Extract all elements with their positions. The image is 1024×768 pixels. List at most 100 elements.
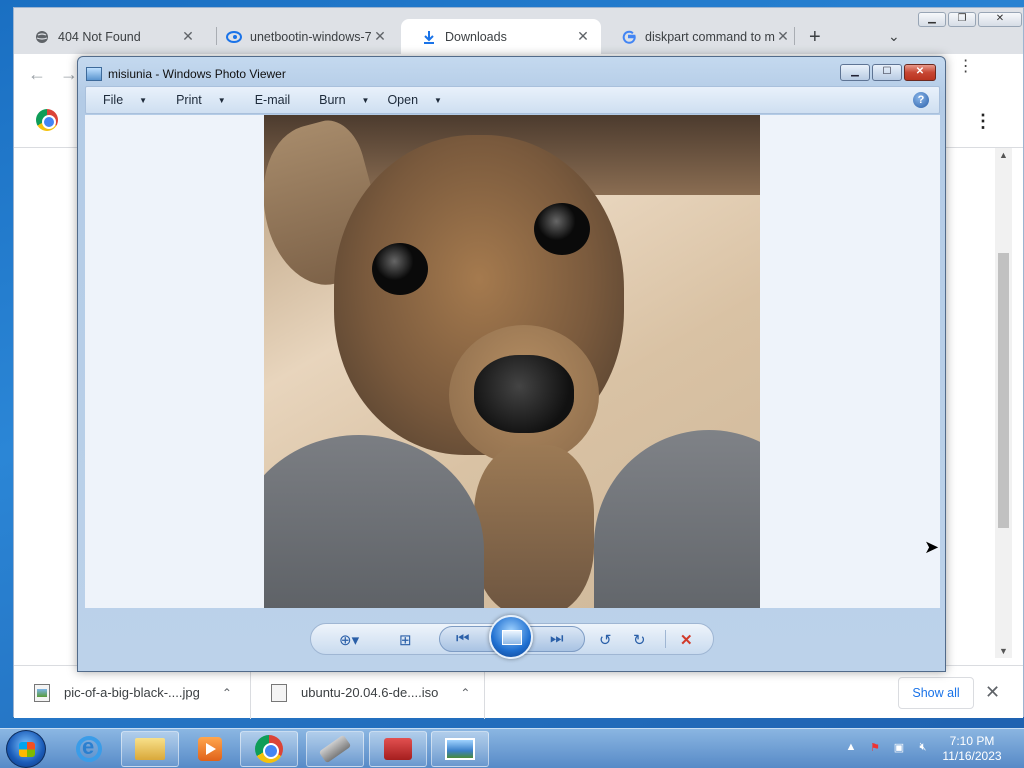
rotate-counterclockwise-icon[interactable]: ↺ [599, 631, 612, 649]
download-item-iso[interactable]: ubuntu-20.04.6-de....iso ⌃ [251, 666, 485, 719]
actual-size-icon[interactable]: ⊞ [399, 631, 412, 649]
start-button[interactable] [6, 730, 46, 768]
chrome-tab-strip: 404 Not Found ✕ unetbootin-windows-70 ✕ … [14, 8, 1023, 54]
network-icon[interactable]: ▣ [891, 741, 907, 754]
menu-burn[interactable]: Burn ▼ [302, 93, 381, 107]
help-icon[interactable]: ? [913, 92, 929, 108]
delete-icon[interactable]: ✕ [680, 631, 693, 649]
chrome-tab-404[interactable]: 404 Not Found ✕ [14, 19, 206, 54]
tab-title: diskpart command to m [645, 29, 775, 44]
download-filename: pic-of-a-big-black-....jpg [64, 685, 200, 700]
back-arrow-icon[interactable]: ← [28, 64, 46, 85]
clock[interactable]: 7:10 PM 11/16/2023 [930, 734, 1014, 764]
taskbar-toolbox[interactable] [369, 731, 427, 767]
chrome-window-controls: ▁ ❐ ✕ [918, 12, 1022, 27]
close-shelf-icon[interactable]: ✕ [985, 682, 1000, 703]
folder-icon [135, 738, 165, 760]
close-window-icon[interactable]: ✕ [978, 12, 1022, 27]
tab-separator [794, 27, 795, 45]
taskbar-internet-explorer[interactable] [60, 731, 118, 767]
action-center-flag-icon[interactable]: ⚑ [867, 741, 883, 754]
menu-open[interactable]: Open ▼ [381, 93, 454, 107]
minimize-icon[interactable]: ▁ [840, 64, 870, 81]
minimize-icon[interactable]: ▁ [918, 12, 946, 27]
scrollbar-thumb[interactable] [998, 253, 1009, 528]
image-canvas [85, 115, 940, 608]
tab-search-chevron-icon[interactable]: ⌄ [888, 28, 900, 45]
taskbar-usb-tool[interactable] [306, 731, 364, 767]
menu-label: Burn [319, 93, 346, 107]
show-hidden-icons-icon[interactable]: ▲ [843, 741, 859, 754]
taskbar-file-explorer[interactable] [121, 731, 179, 767]
tab-close-icon[interactable]: ✕ [180, 28, 196, 45]
menu-print[interactable]: Print ▼ [159, 93, 238, 107]
download-item-jpg[interactable]: pic-of-a-big-black-....jpg ⌃ [14, 666, 251, 719]
chrome-logo-icon [36, 109, 58, 131]
window-title: misiunia - Windows Photo Viewer [108, 67, 286, 81]
menu-label: Open [387, 93, 419, 107]
image-file-icon [34, 683, 50, 702]
chrome-tab-diskpart[interactable]: diskpart command to m ✕ [601, 19, 801, 54]
dog-photo [264, 115, 760, 608]
restore-icon[interactable]: ❐ [948, 12, 976, 27]
taskbar-photo-viewer[interactable] [431, 731, 489, 767]
taskbar-media-player[interactable] [181, 731, 239, 767]
forward-arrow-icon[interactable]: → [60, 64, 78, 85]
chrome-tab-downloads[interactable]: Downloads ✕ [401, 19, 601, 54]
previous-icon[interactable]: ⏮ [456, 630, 470, 647]
menu-file[interactable]: File ▼ [86, 93, 159, 107]
clock-date: 11/16/2023 [942, 749, 1002, 763]
chrome-menu-kebab-icon[interactable]: ⋮ [958, 56, 974, 76]
unetbootin-icon [226, 29, 242, 45]
page-menu-kebab-icon[interactable]: ⋮ [974, 111, 992, 132]
globe-icon [34, 29, 50, 45]
tab-close-icon[interactable]: ✕ [575, 28, 591, 45]
menu-email[interactable]: E-mail [238, 93, 302, 107]
next-icon[interactable]: ⏭ [550, 630, 564, 647]
dropdown-arrow-icon: ▼ [217, 95, 226, 105]
close-icon[interactable]: ✕ [904, 64, 936, 81]
chrome-tab-unetbootin[interactable]: unetbootin-windows-70 ✕ [206, 19, 398, 54]
tab-title: unetbootin-windows-70 [250, 29, 372, 44]
new-tab-button[interactable]: + [809, 26, 821, 49]
photo-viewer-window: misiunia - Windows Photo Viewer ▁ ☐ ✕ Fi… [77, 56, 946, 672]
photo-viewer-window-controls: ▁ ☐ ✕ [840, 64, 936, 81]
show-all-button[interactable]: Show all [898, 677, 974, 709]
taskbar-chrome[interactable] [240, 731, 298, 767]
disc-file-icon [271, 683, 287, 702]
chevron-up-icon[interactable]: ⌃ [222, 686, 232, 700]
chrome-icon [255, 735, 283, 763]
toolbox-icon [384, 738, 412, 760]
system-tray: ▲ ⚑ ▣ 🔇︎ [843, 741, 931, 754]
tab-title: 404 Not Found [58, 29, 141, 44]
download-shelf: pic-of-a-big-black-....jpg ⌃ ubuntu-20.0… [14, 665, 1023, 719]
download-filename: ubuntu-20.04.6-de....iso [301, 685, 439, 700]
dropdown-arrow-icon: ▼ [361, 95, 370, 105]
rotate-clockwise-icon[interactable]: ↻ [633, 631, 646, 649]
photo-viewer-app-icon [86, 67, 102, 81]
taskbar: ▲ ⚑ ▣ 🔇︎ 7:10 PM 11/16/2023 [0, 728, 1024, 768]
slideshow-button-icon[interactable] [489, 615, 533, 659]
tab-close-icon[interactable]: ✕ [775, 28, 791, 45]
volume-muted-icon[interactable]: 🔇︎ [915, 741, 931, 754]
photo-viewer-menubar: File ▼ Print ▼ E-mail Burn ▼ Open ▼ ? [85, 86, 940, 114]
menu-label: E-mail [254, 93, 291, 107]
media-player-icon [198, 737, 222, 761]
internet-explorer-icon [76, 734, 102, 762]
dropdown-arrow-icon: ▼ [434, 95, 442, 105]
control-separator [665, 630, 666, 648]
google-icon [621, 29, 637, 45]
tab-title: Downloads [445, 29, 507, 44]
scroll-up-arrow-icon[interactable]: ▲ [999, 150, 1008, 160]
zoom-icon[interactable]: ⊕▾ [339, 631, 359, 649]
chevron-up-icon[interactable]: ⌃ [460, 686, 470, 700]
maximize-icon[interactable]: ☐ [872, 64, 902, 81]
page-scrollbar[interactable]: ▲ ▼ [995, 148, 1012, 658]
download-icon [421, 29, 437, 45]
photo-viewer-controls: ⊕▾ ⊞ ⏮ ⏭ ↺ ↻ ✕ [310, 615, 714, 659]
menu-label: Print [176, 93, 202, 107]
scroll-down-arrow-icon[interactable]: ▼ [999, 646, 1008, 656]
tab-close-icon[interactable]: ✕ [372, 28, 388, 45]
clock-time: 7:10 PM [949, 734, 995, 748]
usb-drive-icon [318, 734, 352, 764]
